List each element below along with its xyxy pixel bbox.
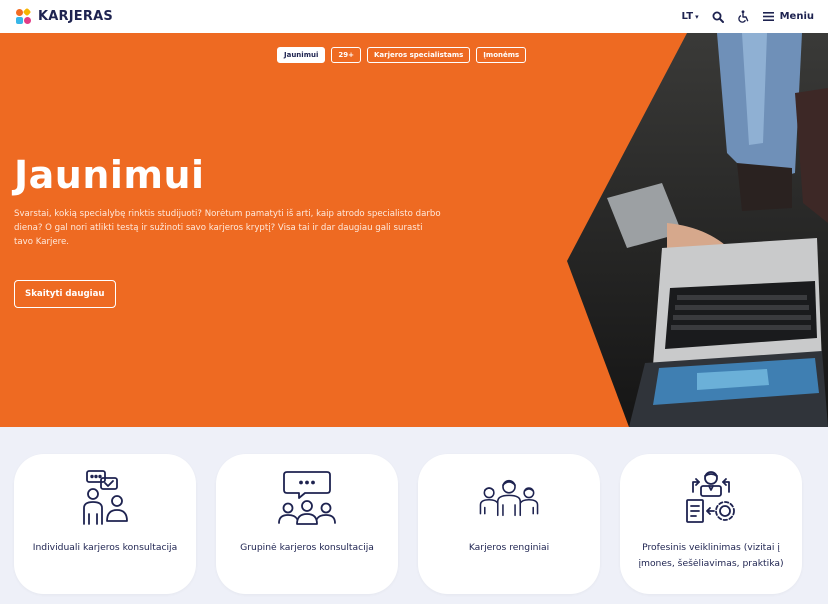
card-group-consultation[interactable]: Grupinė karjeros konsultacija xyxy=(216,454,398,594)
tab-jaunimui[interactable]: Jaunimui xyxy=(277,47,326,63)
hero-photo xyxy=(567,33,828,427)
professional-activation-icon xyxy=(679,468,743,528)
card-label: Profesinis veiklinimas (vizitai į įmones… xyxy=(638,542,784,569)
read-more-button[interactable]: Skaityti daugiau xyxy=(14,280,116,308)
chevron-down-icon: ▾ xyxy=(695,12,699,21)
tab-karjeros-specialistams[interactable]: Karjeros specialistams xyxy=(366,47,471,63)
hero-section: Jaunimui 29+ Karjeros specialistams Įmon… xyxy=(0,33,828,427)
search-icon[interactable] xyxy=(711,10,725,24)
audience-tabs: Jaunimui 29+ Karjeros specialistams Įmon… xyxy=(277,47,527,63)
language-selector[interactable]: LT ▾ xyxy=(682,11,699,22)
card-label: Individuali karjeros konsultacija xyxy=(32,542,178,553)
page-title: Jaunimui xyxy=(14,153,205,197)
tab-29-plus[interactable]: 29+ xyxy=(331,47,361,63)
tab-imonems[interactable]: Įmonėms xyxy=(476,47,527,63)
hamburger-icon xyxy=(762,12,774,21)
accessibility-icon[interactable] xyxy=(737,10,751,24)
header-actions: LT ▾ Meniu xyxy=(682,10,814,24)
site-header: KARJERAS LT ▾ Meniu xyxy=(0,0,828,33)
logo-mark-icon xyxy=(16,7,34,25)
service-cards: Individuali karjeros konsultacija Grupin… xyxy=(14,454,802,594)
card-professional-activation[interactable]: Profesinis veiklinimas (vizitai į įmones… xyxy=(620,454,802,594)
language-code: LT xyxy=(681,11,694,22)
group-consultation-icon xyxy=(275,468,339,528)
card-label: Grupinė karjeros konsultacija xyxy=(240,542,374,553)
logo-text: KARJERAS xyxy=(38,9,113,24)
events-icon xyxy=(477,468,541,528)
logo[interactable]: KARJERAS xyxy=(16,7,113,25)
card-individual-consultation[interactable]: Individuali karjeros konsultacija xyxy=(14,454,196,594)
individual-consultation-icon xyxy=(73,468,137,528)
menu-button[interactable]: Meniu xyxy=(762,11,814,22)
card-career-events[interactable]: Karjeros renginiai xyxy=(418,454,600,594)
hero-description: Svarstai, kokią specialybę rinktis studi… xyxy=(14,209,441,247)
menu-label: Meniu xyxy=(779,11,814,22)
card-label: Karjeros renginiai xyxy=(468,542,550,553)
